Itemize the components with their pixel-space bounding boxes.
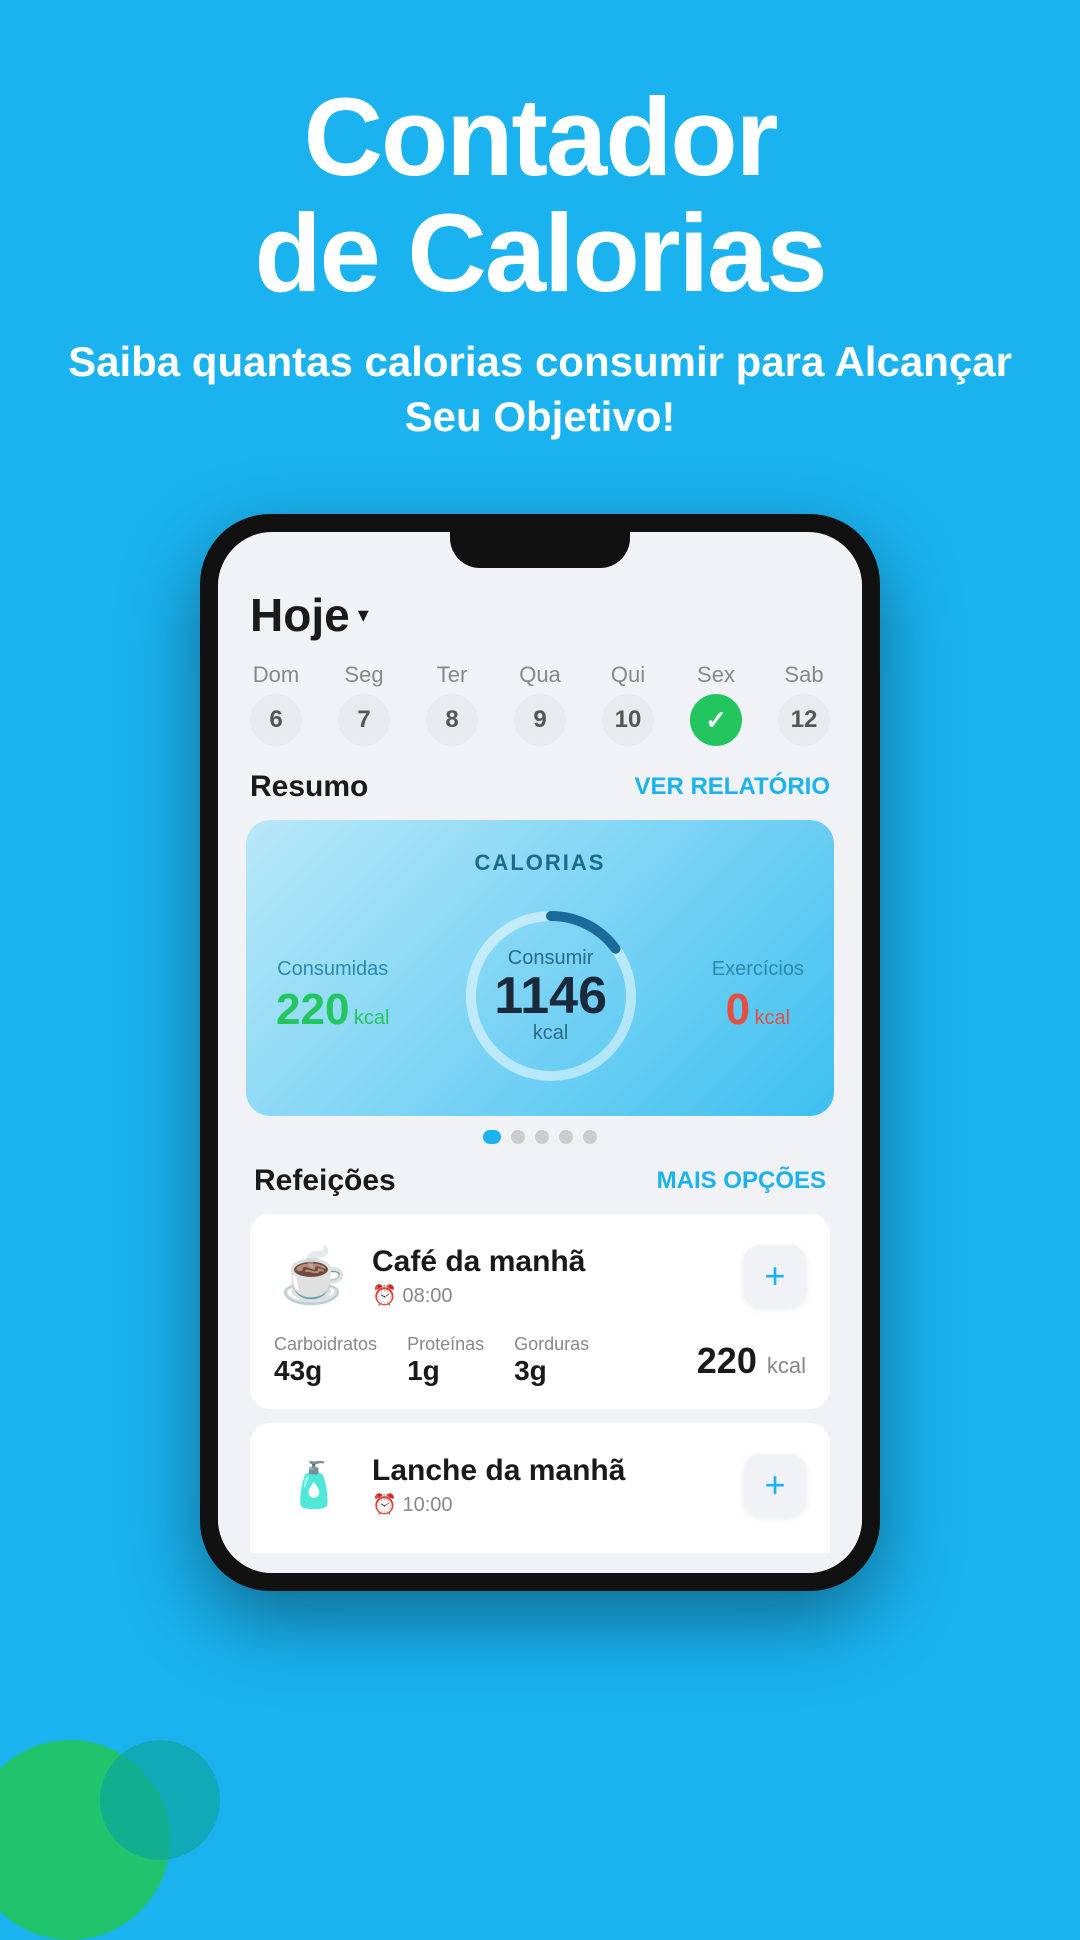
day-seg[interactable]: Seg 7	[338, 662, 390, 746]
bg-decoration-teal	[100, 1740, 220, 1860]
day-num-7[interactable]: 7	[338, 694, 390, 746]
exercise-value-row: 0 kcal	[712, 985, 804, 1035]
day-num-8[interactable]: 8	[426, 694, 478, 746]
calorie-circle-chart: Consumir 1146 kcal	[451, 896, 651, 1096]
day-num-12[interactable]: 12	[778, 694, 830, 746]
consumed-value: 220	[276, 985, 349, 1034]
lanche-add-button[interactable]: +	[744, 1454, 806, 1516]
day-ter[interactable]: Ter 8	[426, 662, 478, 746]
carousel-dots	[246, 1130, 834, 1144]
cafe-protein: Proteínas 1g	[407, 1334, 484, 1387]
day-name-sex: Sex	[697, 662, 735, 688]
meal-card-cafe: ☕ Café da manhã ⏰ 08:00 + Carboidratos 4…	[250, 1214, 830, 1409]
app-content: Hoje ▾ Dom 6 Seg 7 Ter 8	[218, 568, 862, 1573]
cafe-name: Café da manhã	[372, 1245, 744, 1279]
exercise-value: 0	[726, 985, 750, 1034]
ver-relatorio-link[interactable]: VER RELATÓRIO	[634, 773, 830, 801]
calories-content: Consumidas 220 kcal	[276, 896, 804, 1096]
day-name-ter: Ter	[437, 662, 468, 688]
title-line1: Contador	[304, 76, 777, 199]
calories-exercise: Exercícios 0 kcal	[712, 958, 804, 1035]
cafe-protein-value: 1g	[407, 1355, 484, 1387]
phone-mockup: Hoje ▾ Dom 6 Seg 7 Ter 8	[200, 514, 880, 1591]
cafe-add-button[interactable]: +	[744, 1245, 806, 1307]
phone-notch	[450, 532, 630, 568]
resumo-title: Resumo	[250, 770, 368, 804]
day-name-sab: Sab	[784, 662, 823, 688]
calories-consumed: Consumidas 220 kcal	[276, 958, 389, 1035]
lanche-info: Lanche da manhã ⏰ 10:00	[372, 1454, 744, 1517]
dot-1[interactable]	[483, 1130, 501, 1144]
cafe-kcal-unit: kcal	[767, 1353, 806, 1378]
day-name-qui: Qui	[611, 662, 645, 688]
dot-2[interactable]	[511, 1130, 525, 1144]
lanche-name: Lanche da manhã	[372, 1454, 744, 1488]
today-label: Hoje	[250, 588, 350, 642]
phone-screen: Hoje ▾ Dom 6 Seg 7 Ter 8	[218, 532, 862, 1573]
cafe-kcal: 220 kcal	[697, 1340, 806, 1382]
cafe-carbs-value: 43g	[274, 1355, 377, 1387]
day-num-6[interactable]: 6	[250, 694, 302, 746]
title-line2: de Calorias	[254, 192, 825, 315]
app-title: Contador de Calorias	[60, 80, 1020, 311]
day-num-9[interactable]: 9	[514, 694, 566, 746]
resumo-header: Resumo VER RELATÓRIO	[246, 770, 834, 804]
cafe-icon: ☕	[274, 1236, 354, 1316]
consumir-value: 1146	[494, 970, 607, 1022]
day-qui[interactable]: Qui 10	[602, 662, 654, 746]
week-days-row: Dom 6 Seg 7 Ter 8 Qua 9	[246, 662, 834, 746]
day-qua[interactable]: Qua 9	[514, 662, 566, 746]
cafe-info: Café da manhã ⏰ 08:00	[372, 1245, 744, 1308]
cafe-fat-label: Gorduras	[514, 1334, 589, 1355]
day-name-seg: Seg	[344, 662, 383, 688]
today-dropdown-arrow[interactable]: ▾	[358, 602, 369, 628]
calories-label: CALORIAS	[276, 850, 804, 876]
consumed-value-row: 220 kcal	[276, 985, 389, 1035]
cafe-time: ⏰ 08:00	[372, 1283, 744, 1308]
consumed-unit: kcal	[354, 1007, 390, 1029]
meal-card-lanche: 🧴 Lanche da manhã ⏰ 10:00 +	[250, 1423, 830, 1553]
refeicoes-title: Refeições	[254, 1164, 396, 1198]
meals-section: Refeições MAIS OPÇÕES ☕ Café da manhã ⏰ …	[246, 1164, 834, 1553]
today-header: Hoje ▾	[246, 588, 834, 642]
day-dom[interactable]: Dom 6	[250, 662, 302, 746]
cafe-carbs: Carboidratos 43g	[274, 1334, 377, 1387]
day-sab[interactable]: Sab 12	[778, 662, 830, 746]
cafe-protein-label: Proteínas	[407, 1334, 484, 1355]
lanche-icon: 🧴	[274, 1445, 354, 1525]
cafe-fat: Gorduras 3g	[514, 1334, 589, 1387]
dot-5[interactable]	[583, 1130, 597, 1144]
consumir-unit: kcal	[494, 1022, 607, 1045]
meal-header-lanche: 🧴 Lanche da manhã ⏰ 10:00 +	[274, 1445, 806, 1525]
app-subtitle: Saiba quantas calorias consumir para Alc…	[60, 335, 1020, 444]
dot-4[interactable]	[559, 1130, 573, 1144]
day-name-dom: Dom	[253, 662, 299, 688]
exercise-label: Exercícios	[712, 958, 804, 981]
calories-card: CALORIAS Consumidas 220 kcal	[246, 820, 834, 1116]
consumed-label: Consumidas	[276, 958, 389, 981]
header-section: Contador de Calorias Saiba quantas calor…	[0, 0, 1080, 484]
phone-wrapper: Hoje ▾ Dom 6 Seg 7 Ter 8	[0, 514, 1080, 1591]
meal-header-cafe: ☕ Café da manhã ⏰ 08:00 +	[274, 1236, 806, 1316]
circle-center: Consumir 1146 kcal	[494, 947, 607, 1045]
refeicoes-header: Refeições MAIS OPÇÕES	[250, 1164, 830, 1198]
cafe-nutrients: Carboidratos 43g Proteínas 1g Gorduras 3…	[274, 1334, 806, 1387]
day-num-10[interactable]: 10	[602, 694, 654, 746]
mais-opcoes-link[interactable]: MAIS OPÇÕES	[657, 1167, 826, 1195]
exercise-unit: kcal	[755, 1007, 791, 1029]
cafe-carbs-label: Carboidratos	[274, 1334, 377, 1355]
day-sex[interactable]: Sex	[690, 662, 742, 746]
day-num-11-active[interactable]	[690, 694, 742, 746]
cafe-fat-value: 3g	[514, 1355, 589, 1387]
day-name-qua: Qua	[519, 662, 561, 688]
lanche-time: ⏰ 10:00	[372, 1492, 744, 1517]
dot-3[interactable]	[535, 1130, 549, 1144]
cafe-kcal-value: 220	[697, 1340, 757, 1381]
